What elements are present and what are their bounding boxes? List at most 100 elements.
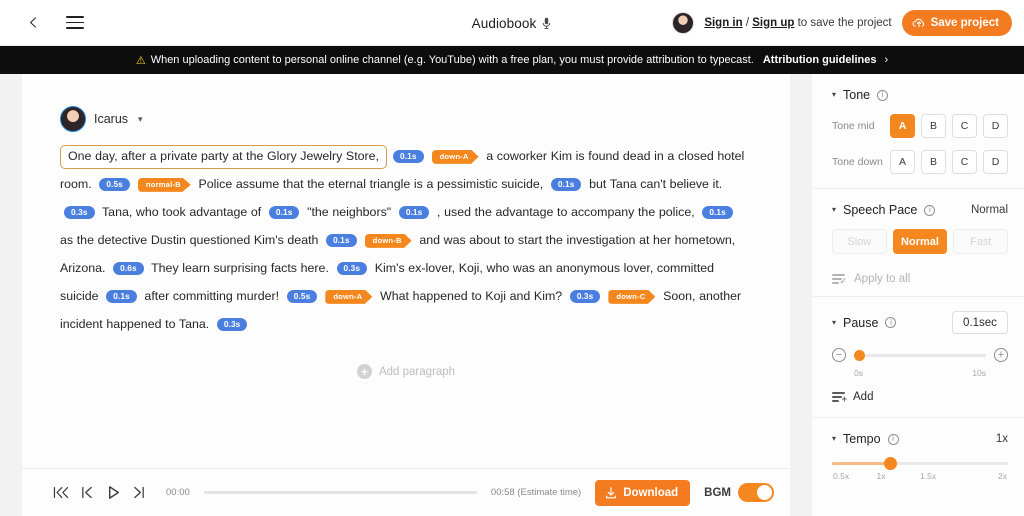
- attribution-notice-banner: ⚠ When uploading content to personal onl…: [0, 46, 1024, 74]
- skip-to-start-icon: [53, 486, 69, 499]
- current-time: 00:00: [166, 487, 190, 498]
- pause-badge[interactable]: 0.1s: [326, 234, 357, 248]
- next-button[interactable]: [126, 480, 152, 506]
- playback-scrubber[interactable]: [203, 491, 477, 494]
- info-icon[interactable]: i: [885, 317, 897, 328]
- tempo-slider-row: [832, 457, 1008, 470]
- pause-badge[interactable]: 0.3s: [336, 262, 368, 276]
- pause-badge[interactable]: 0.6s: [113, 262, 144, 276]
- script-text[interactable]: What happened to Koji and Kim?: [376, 289, 565, 303]
- pause-badge[interactable]: 0.1s: [393, 150, 424, 164]
- pause-slider-knob[interactable]: [853, 349, 865, 361]
- apply-to-all-button[interactable]: ✓ Apply to all: [812, 262, 1024, 297]
- tone-down-options: A B C D: [890, 150, 1008, 174]
- pause-badge[interactable]: 0.1s: [398, 206, 430, 220]
- chevron-down-icon[interactable]: ▾: [832, 206, 836, 214]
- script-text[interactable]: They learn surprising facts here.: [148, 261, 333, 275]
- hamburger-menu-button[interactable]: [66, 12, 88, 34]
- speech-pace-fast[interactable]: Fast: [953, 229, 1009, 254]
- script-text[interactable]: , used the advantage to accompany the po…: [433, 205, 698, 219]
- script-text[interactable]: after committing murder!: [141, 289, 283, 303]
- chevron-down-icon[interactable]: ▾: [832, 318, 836, 327]
- tone-mid-option-b[interactable]: B: [921, 114, 946, 138]
- tempo-slider-knob[interactable]: [883, 457, 897, 470]
- selected-sentence[interactable]: One day, after a private party at the Gl…: [60, 145, 387, 169]
- tone-down-option-b[interactable]: B: [921, 150, 946, 174]
- pause-badge[interactable]: 0.1s: [268, 206, 300, 220]
- script-text[interactable]: Police assume that the eternal triangle …: [195, 177, 547, 191]
- speech-pace-slow[interactable]: Slow: [832, 229, 887, 254]
- tempo-header[interactable]: ▾ Tempo i 1x: [832, 432, 1008, 446]
- plus-circle-icon: +: [356, 364, 372, 379]
- previous-button[interactable]: [74, 480, 100, 506]
- script-text[interactable]: as the detective Dustin questioned Kim's…: [60, 233, 322, 247]
- chevron-down-icon[interactable]: ▾: [832, 91, 836, 99]
- script-text[interactable]: Tana, who took advantage of: [99, 205, 265, 219]
- download-button[interactable]: Download: [595, 479, 691, 506]
- attribution-guidelines-link[interactable]: Attribution guidelines: [763, 54, 877, 66]
- back-button[interactable]: [22, 12, 44, 34]
- pause-badge[interactable]: 0.3s: [569, 290, 601, 304]
- tone-section-header[interactable]: ▾ Tone i: [832, 88, 1008, 102]
- add-paragraph-button[interactable]: + Add paragraph: [356, 364, 455, 379]
- project-title[interactable]: Audiobook: [472, 16, 553, 31]
- tone-down-row: Tone down A B C D: [832, 150, 1008, 174]
- tone-mid-option-d[interactable]: D: [983, 114, 1008, 138]
- tone-down-option-a[interactable]: A: [890, 150, 915, 174]
- user-avatar[interactable]: [672, 11, 695, 34]
- pause-slider[interactable]: [853, 349, 986, 361]
- chevron-down-icon[interactable]: ▾: [138, 114, 143, 125]
- script-body[interactable]: One day, after a private party at the Gl…: [60, 142, 752, 338]
- tempo-section: ▾ Tempo i 1x 0.5x 1x 1.5x 2x: [812, 418, 1024, 495]
- sign-up-link[interactable]: Sign up: [752, 17, 794, 29]
- tone-badge[interactable]: down-A: [431, 149, 479, 164]
- notice-text: When uploading content to personal onlin…: [150, 54, 754, 66]
- chevron-right-icon: ›: [884, 54, 889, 66]
- info-icon[interactable]: i: [887, 433, 899, 445]
- icon-mark: +: [841, 394, 847, 404]
- script-text[interactable]: but Tana can't believe it.: [585, 177, 722, 191]
- pause-badge[interactable]: 0.3s: [64, 206, 95, 220]
- speech-pace-title: Speech Pace: [843, 203, 918, 217]
- pause-value-input[interactable]: 0.1sec: [952, 311, 1008, 334]
- pause-badge[interactable]: 0.5s: [286, 290, 318, 304]
- sign-in-link[interactable]: Sign in: [704, 17, 742, 29]
- tone-badge[interactable]: down-C: [608, 289, 656, 304]
- tone-mid-option-a[interactable]: A: [890, 114, 915, 138]
- info-icon[interactable]: i: [877, 89, 889, 101]
- pause-min-label: 0s: [854, 368, 863, 378]
- pause-badge[interactable]: 0.1s: [550, 178, 582, 192]
- tone-down-option-d[interactable]: D: [983, 150, 1008, 174]
- plus-circle-icon[interactable]: +: [994, 348, 1008, 362]
- info-icon[interactable]: i: [924, 204, 936, 216]
- chevron-down-icon[interactable]: ▾: [832, 435, 836, 443]
- speaker-row[interactable]: Icarus ▾: [60, 106, 790, 132]
- speech-pace-header[interactable]: ▾ Speech Pace i Normal: [832, 203, 1008, 217]
- tempo-tick: 2x: [998, 471, 1007, 481]
- tone-badge[interactable]: normal-B: [137, 177, 191, 192]
- script-text[interactable]: "the neighbors": [303, 205, 394, 219]
- pause-badge[interactable]: 0.5s: [99, 178, 130, 192]
- pause-badge[interactable]: 0.1s: [702, 206, 733, 220]
- bgm-toggle[interactable]: [738, 483, 774, 502]
- skip-to-start-button[interactable]: [48, 480, 74, 506]
- bgm-label: BGM: [704, 486, 731, 499]
- save-project-label: Save project: [930, 16, 999, 29]
- minus-circle-icon[interactable]: −: [832, 348, 846, 362]
- speaker-avatar[interactable]: [60, 106, 86, 132]
- speech-pace-normal[interactable]: Normal: [892, 229, 948, 254]
- pause-badge[interactable]: 0.1s: [106, 290, 137, 304]
- add-paragraph-row: + Add paragraph: [22, 338, 790, 379]
- save-project-button[interactable]: Save project: [901, 9, 1012, 36]
- add-pause-button[interactable]: + Add: [832, 391, 1008, 404]
- play-button[interactable]: [100, 480, 126, 506]
- signin-suffix: to save the project: [794, 16, 892, 29]
- pause-badge[interactable]: 0.3s: [216, 318, 248, 332]
- play-icon: [108, 486, 119, 499]
- tone-down-option-c[interactable]: C: [952, 150, 977, 174]
- tone-badge[interactable]: down-A: [325, 289, 373, 304]
- tempo-slider[interactable]: [832, 457, 1008, 470]
- pause-header[interactable]: ▾ Pause i 0.1sec: [832, 311, 1008, 334]
- tone-badge[interactable]: down-B: [364, 233, 412, 248]
- tone-mid-option-c[interactable]: C: [952, 114, 977, 138]
